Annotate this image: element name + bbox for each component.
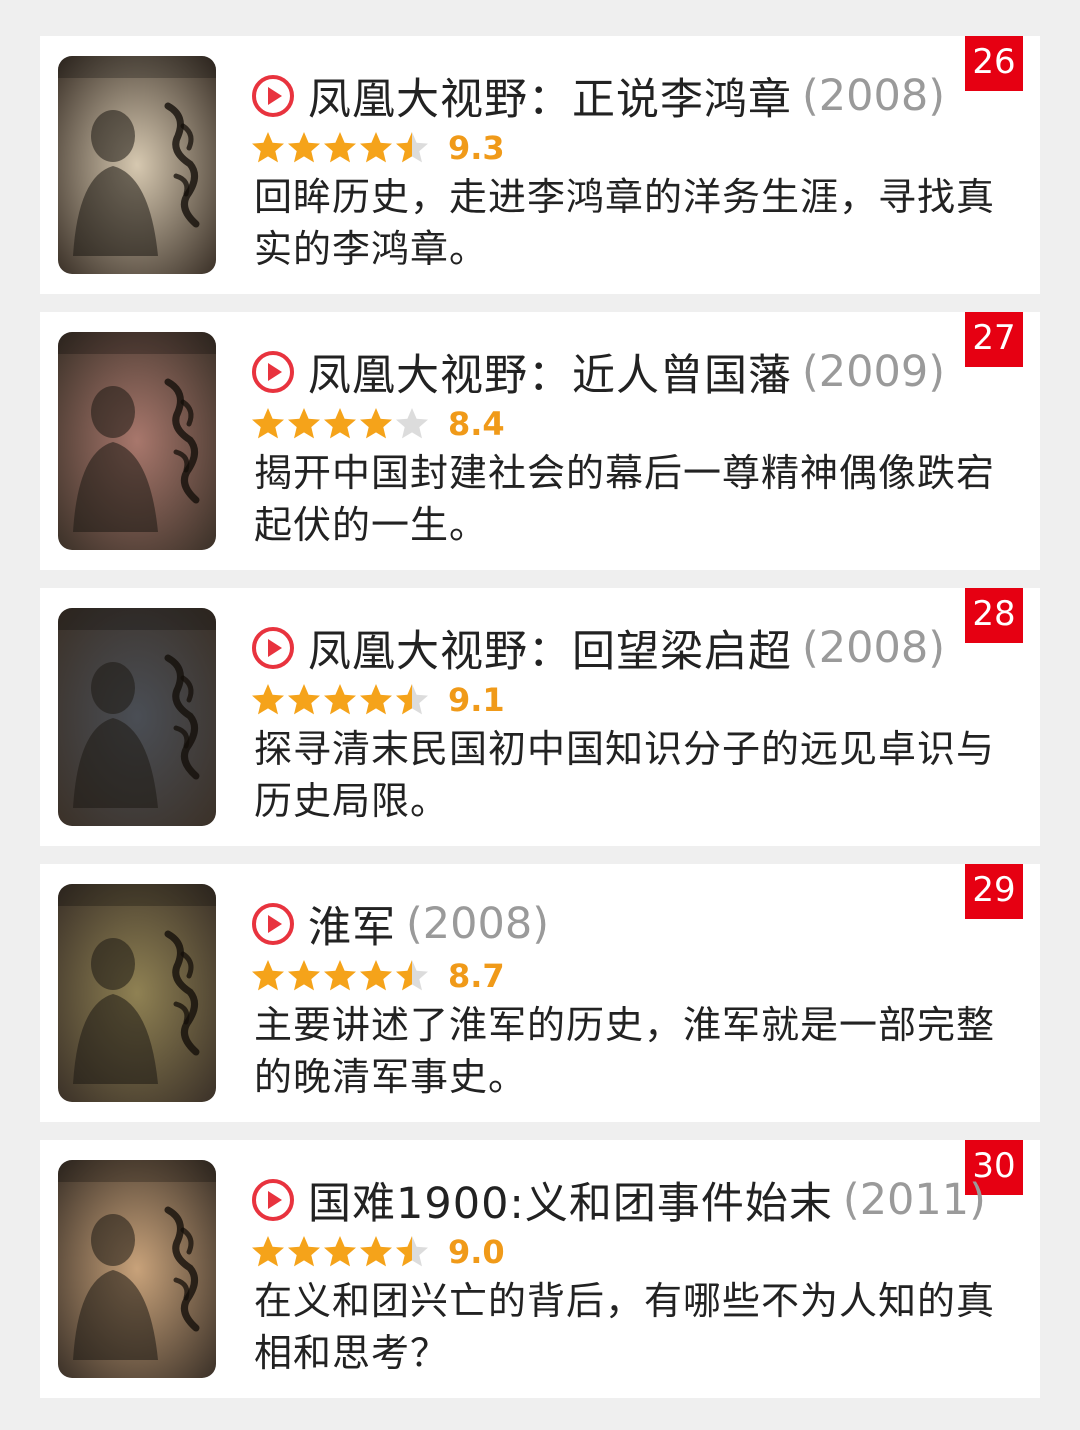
star-icon xyxy=(394,958,430,994)
title-row[interactable]: 淮军 (2008) xyxy=(250,894,549,954)
documentary-title[interactable]: 凤凰大视野：近人曾国藩 xyxy=(308,341,792,403)
star-icon xyxy=(286,1234,322,1270)
documentary-card[interactable]: 28 凤凰大视野：回望梁启超 (2008) 9.1 探寻清末民国初中国知识分子的远见卓识… xyxy=(40,588,1040,846)
star-icon xyxy=(358,406,394,442)
rating-score: 9.1 xyxy=(448,681,505,719)
rating-score: 8.7 xyxy=(448,957,505,995)
play-icon[interactable] xyxy=(250,901,296,947)
star-icon xyxy=(286,406,322,442)
documentary-description: 在义和团兴亡的背后，有哪些不为人知的真相和思考？ xyxy=(254,1279,996,1375)
star-rating xyxy=(250,1234,430,1270)
release-year: (2008) xyxy=(802,623,945,673)
star-icon xyxy=(394,1234,430,1270)
poster-image[interactable] xyxy=(58,608,216,826)
star-icon xyxy=(286,130,322,166)
documentary-description: 揭开中国封建社会的幕后一尊精神偶像跌宕起伏的一生。 xyxy=(254,451,996,547)
star-icon xyxy=(286,682,322,718)
documentary-description: 探寻清末民国初中国知识分子的远见卓识与历史局限。 xyxy=(254,727,996,823)
star-icon xyxy=(358,682,394,718)
documentary-title[interactable]: 凤凰大视野：正说李鸿章 xyxy=(308,65,792,127)
title-row[interactable]: 凤凰大视野：近人曾国藩 (2009) xyxy=(250,342,945,402)
documentary-description: 回眸历史，走进李鸿章的洋务生涯，寻找真实的李鸿章。 xyxy=(254,175,996,271)
star-icon xyxy=(358,958,394,994)
rank-badge: 26 xyxy=(965,36,1023,91)
documentary-description: 主要讲述了淮军的历史，淮军就是一部完整的晚清军事史。 xyxy=(254,1003,996,1099)
star-rating xyxy=(250,682,430,718)
rank-badge: 29 xyxy=(965,864,1023,919)
star-rating xyxy=(250,130,430,166)
release-year: (2011) xyxy=(842,1175,986,1225)
rating-score: 9.0 xyxy=(448,1233,505,1271)
star-icon xyxy=(358,1234,394,1270)
documentary-card[interactable]: 29 淮军 (2008) 8.7 主要讲述了淮军的历史，淮军就是一部完整的晚清军事史。 xyxy=(40,864,1040,1122)
play-icon[interactable] xyxy=(250,1177,296,1223)
poster-image[interactable] xyxy=(58,56,216,274)
rating-score: 9.3 xyxy=(448,129,505,167)
release-year: (2008) xyxy=(406,899,549,949)
poster-image[interactable] xyxy=(58,884,216,1102)
star-rating xyxy=(250,958,430,994)
star-icon xyxy=(322,1234,358,1270)
documentary-title[interactable]: 淮军 xyxy=(308,893,396,955)
star-icon xyxy=(322,958,358,994)
star-icon xyxy=(394,682,430,718)
documentary-title[interactable]: 凤凰大视野：回望梁启超 xyxy=(308,617,792,679)
star-icon xyxy=(394,130,430,166)
release-year: (2009) xyxy=(802,347,945,397)
rating-row: 9.0 xyxy=(250,1232,505,1272)
title-row[interactable]: 凤凰大视野：正说李鸿章 (2008) xyxy=(250,66,945,126)
release-year: (2008) xyxy=(802,71,945,121)
play-icon[interactable] xyxy=(250,349,296,395)
star-icon xyxy=(322,130,358,166)
title-row[interactable]: 国难1900:义和团事件始末 (2011) xyxy=(250,1170,986,1230)
rank-badge: 28 xyxy=(965,588,1023,643)
poster-image[interactable] xyxy=(58,332,216,550)
documentary-card[interactable]: 30 国难1900:义和团事件始末 (2011) 9.0 在义和团兴亡的背后，有哪些不为… xyxy=(40,1140,1040,1398)
star-icon xyxy=(250,1234,286,1270)
star-icon xyxy=(358,130,394,166)
documentary-title[interactable]: 国难1900:义和团事件始末 xyxy=(308,1169,833,1231)
star-icon xyxy=(250,406,286,442)
documentary-card[interactable]: 27 凤凰大视野：近人曾国藩 (2009) 8.4 揭开中国封建社会的幕后一尊精神偶像跌… xyxy=(40,312,1040,570)
play-icon[interactable] xyxy=(250,73,296,119)
star-icon xyxy=(286,958,322,994)
star-rating xyxy=(250,406,430,442)
rating-row: 8.7 xyxy=(250,956,505,996)
title-row[interactable]: 凤凰大视野：回望梁启超 (2008) xyxy=(250,618,945,678)
rating-row: 9.1 xyxy=(250,680,505,720)
star-icon xyxy=(394,406,430,442)
rank-badge: 27 xyxy=(965,312,1023,367)
play-icon[interactable] xyxy=(250,625,296,671)
documentary-card[interactable]: 26 凤凰大视野：正说李鸿章 (2008) 9.3 回眸历史，走进李鸿章的洋务生涯，寻找… xyxy=(40,36,1040,294)
star-icon xyxy=(250,130,286,166)
star-icon xyxy=(250,958,286,994)
rating-row: 8.4 xyxy=(250,404,505,444)
poster-image[interactable] xyxy=(58,1160,216,1378)
rating-score: 8.4 xyxy=(448,405,505,443)
rating-row: 9.3 xyxy=(250,128,505,168)
star-icon xyxy=(322,406,358,442)
star-icon xyxy=(250,682,286,718)
star-icon xyxy=(322,682,358,718)
